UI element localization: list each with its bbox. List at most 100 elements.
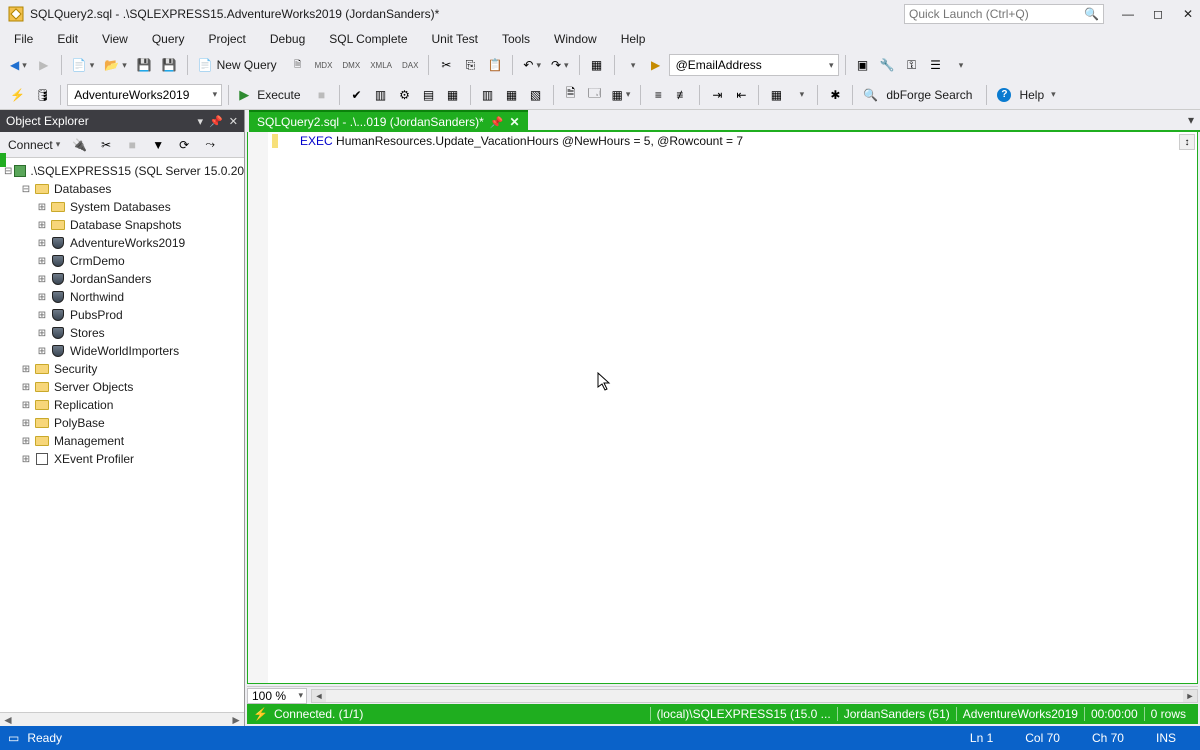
object-explorer-hscroll[interactable]: ◄► [0,712,244,726]
grid-button[interactable]: ▦ [586,54,608,76]
db-node[interactable]: PubsProd [70,308,123,322]
panel-dropdown-icon[interactable]: ▾ [198,115,204,128]
estimated-plan-button[interactable]: ▥ [370,84,392,106]
save-button[interactable]: 💾 [133,54,156,76]
expand-icon[interactable]: ⊞ [36,310,48,321]
menu-file[interactable]: File [4,30,43,48]
help-dropdown[interactable]: ?Help [993,84,1059,106]
xevent-profiler-node[interactable]: XEvent Profiler [54,452,134,466]
specify-values-button[interactable]: ▦ [765,84,787,106]
expand-icon[interactable]: ⊞ [36,238,48,249]
management-node[interactable]: Management [54,434,124,448]
split-view-icon[interactable]: ↕ [1179,134,1195,150]
menu-project[interactable]: Project [199,30,256,48]
expand-icon[interactable]: ⊞ [20,418,32,429]
minimize-button[interactable]: — [1120,7,1136,21]
quick-launch-search[interactable]: 🔍 [904,4,1104,24]
comment-button[interactable]: ≡ [647,84,669,106]
db-node[interactable]: Stores [70,326,105,340]
polybase-node[interactable]: PolyBase [54,416,105,430]
db-plug-icon[interactable]: ⚡ [6,84,29,106]
menu-debug[interactable]: Debug [260,30,315,48]
oe-sync-icon[interactable]: ⤳ [199,134,221,156]
misc-dropdown-1[interactable] [621,54,643,76]
parse-button[interactable]: ✔ [346,84,368,106]
oe-refresh-icon[interactable]: ⟳ [173,134,195,156]
db-node[interactable]: Northwind [70,290,124,304]
database-snapshots-node[interactable]: Database Snapshots [70,218,181,232]
xmla-button[interactable]: XMLA [366,54,396,76]
results-new-window-button[interactable]: 🗔 [584,84,606,106]
tool-icon-window[interactable]: ▣ [852,54,874,76]
connect-dropdown[interactable]: Connect [4,138,64,152]
security-node[interactable]: Security [54,362,97,376]
nav-forward-button[interactable]: ▶ [33,54,55,76]
menu-view[interactable]: View [92,30,138,48]
tool-icon-more[interactable] [949,54,971,76]
code-text[interactable]: EXEC HumanResources.Update_VacationHours… [268,132,1197,683]
editor-tab-active[interactable]: SQLQuery2.sql - .\...019 (JordanSanders)… [249,110,528,132]
dmx-button[interactable]: DMX [338,54,364,76]
mdx-button[interactable]: MDX [311,54,337,76]
new-project-button[interactable]: 📄 [68,54,98,76]
template-button[interactable] [789,84,811,106]
outdent-button[interactable]: ⇤ [730,84,752,106]
sql-complete-icon[interactable]: ✱ [824,84,846,106]
code-editor[interactable]: EXEC HumanResources.Update_VacationHours… [247,132,1198,684]
expand-icon[interactable]: ⊞ [36,256,48,267]
tab-pin-icon[interactable]: 📌 [490,116,504,129]
uncomment-button[interactable]: ≢ [671,84,693,106]
tab-strip-overflow[interactable]: ▾ [528,110,1200,132]
execute-button[interactable]: ▶Execute [235,84,308,106]
expand-icon[interactable]: ⊞ [20,436,32,447]
close-button[interactable]: ✕ [1180,7,1196,21]
tab-close-icon[interactable]: ✕ [509,115,519,129]
expand-icon[interactable]: ⊟ [4,166,12,177]
menu-query[interactable]: Query [142,30,195,48]
expand-icon[interactable]: ⊞ [20,364,32,375]
change-connection-button[interactable]: 🛢 [31,84,54,106]
maximize-button[interactable]: ◻ [1150,7,1166,21]
include-client-stats-button[interactable]: ▧ [525,84,547,106]
indent-button[interactable]: ⇥ [706,84,728,106]
parameter-icon[interactable]: ▶ [645,54,667,76]
results-to-text-button[interactable]: ▤ [418,84,440,106]
zoom-combo[interactable]: 100 % [247,688,307,704]
results-file-button[interactable]: 🗎 [560,84,582,106]
undo-button[interactable]: ↶ [519,54,545,76]
expand-icon[interactable]: ⊞ [20,400,32,411]
databases-node[interactable]: Databases [54,182,111,196]
editor-hscroll[interactable]: ◄► [311,689,1198,703]
menu-sqlcomplete[interactable]: SQL Complete [319,30,417,48]
db-node[interactable]: WideWorldImporters [70,344,179,358]
tool-icon-wrench[interactable]: 🔧 [876,54,899,76]
system-databases-node[interactable]: System Databases [70,200,171,214]
tool-icon-list[interactable]: ☰ [925,54,947,76]
server-objects-node[interactable]: Server Objects [54,380,133,394]
expand-icon[interactable]: ⊞ [36,346,48,357]
save-all-button[interactable]: 💾 [158,54,181,76]
expand-icon[interactable]: ⊟ [20,184,32,195]
menu-window[interactable]: Window [544,30,607,48]
database-combo[interactable]: AdventureWorks2019 [67,84,222,106]
menu-tools[interactable]: Tools [492,30,540,48]
redo-button[interactable]: ↷ [547,54,573,76]
stop-button[interactable]: ■ [311,84,333,106]
replication-node[interactable]: Replication [54,398,113,412]
panel-close-icon[interactable]: ✕ [229,115,238,128]
menu-unittest[interactable]: Unit Test [422,30,488,48]
server-node[interactable]: .\SQLEXPRESS15 (SQL Server 15.0.20 [30,164,244,178]
expand-icon[interactable]: ⊞ [36,220,48,231]
expand-icon[interactable]: ⊞ [20,454,32,465]
query-options-button[interactable]: ⚙ [394,84,416,106]
dbforge-search-button[interactable]: 🔍 dbForge Search [859,84,980,106]
new-query-button[interactable]: 📄New Query [194,54,285,76]
paste-button[interactable]: 📋 [483,54,506,76]
quick-launch-input[interactable] [909,7,1084,21]
tool-icon-key[interactable]: ⚿ [901,54,923,76]
db-node[interactable]: JordanSanders [70,272,151,286]
script-as-button[interactable]: 🗎 [287,54,309,76]
include-live-stats-button[interactable]: ▦ [501,84,523,106]
results-options-button[interactable]: ▦ [608,84,635,106]
expand-icon[interactable]: ⊞ [36,274,48,285]
